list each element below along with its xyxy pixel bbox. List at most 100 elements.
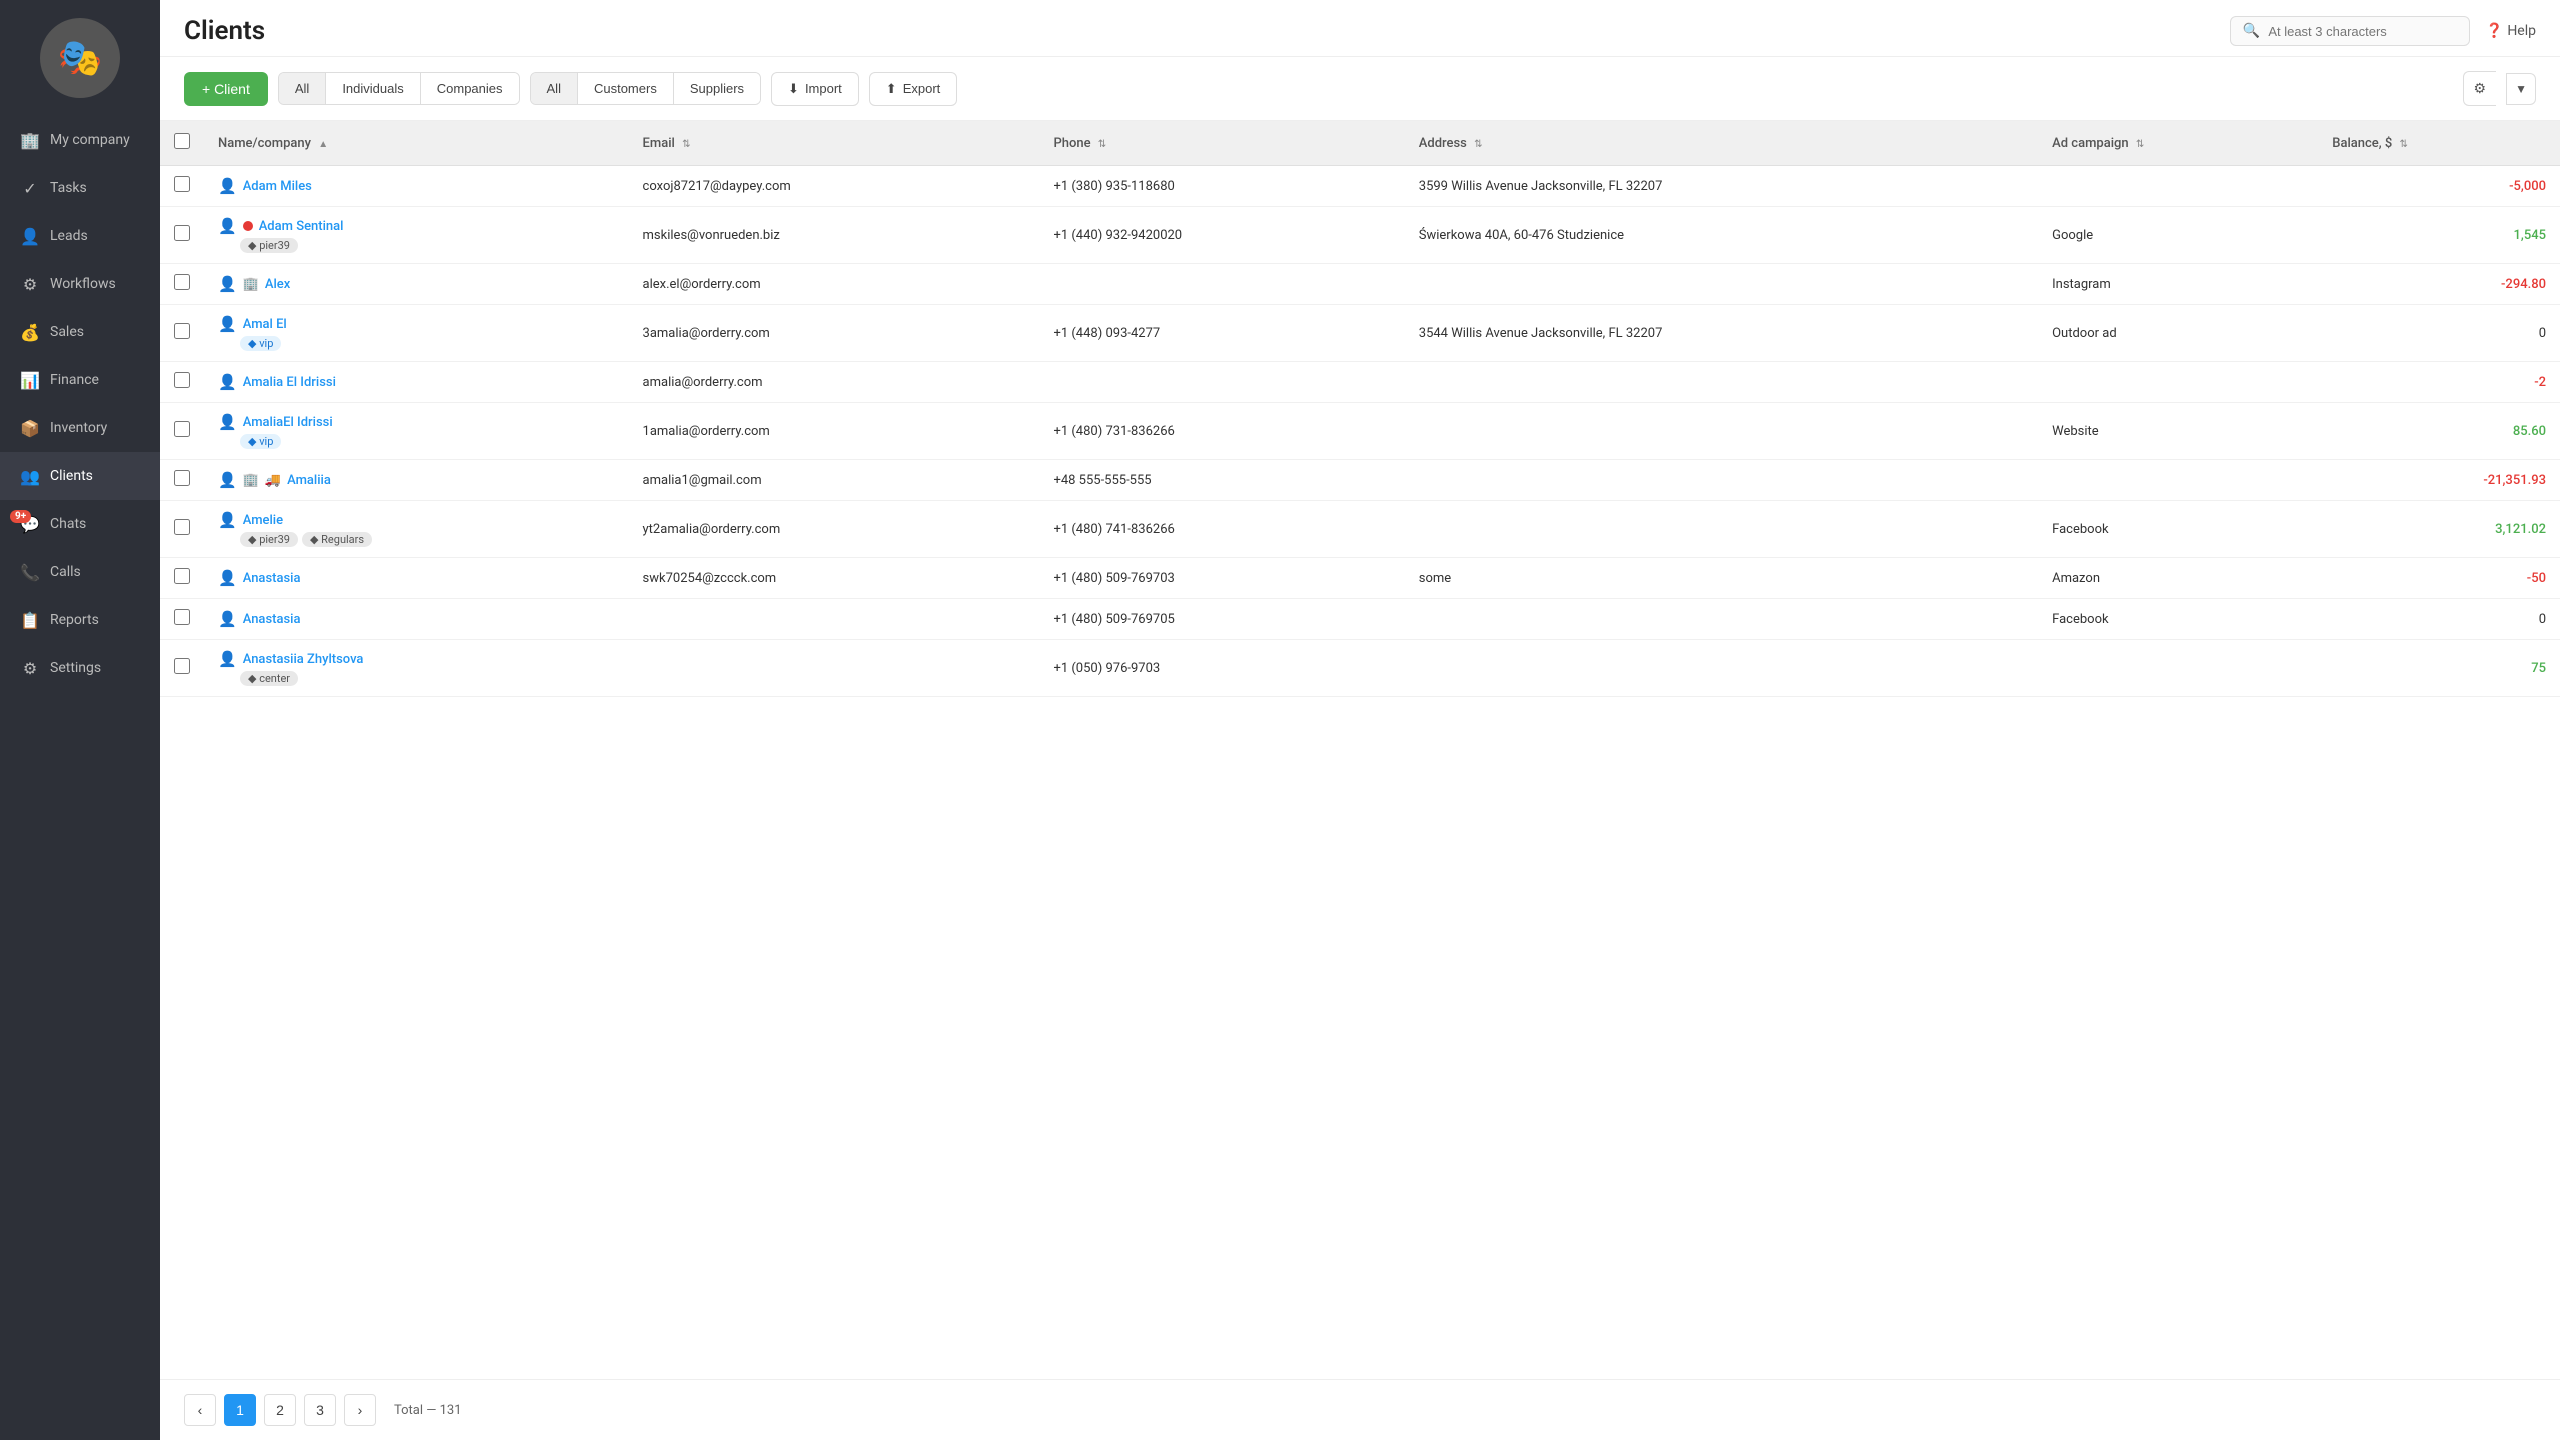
- status-dot-1: [243, 221, 253, 231]
- sidebar-item-leads[interactable]: 👤 Leads: [0, 212, 160, 260]
- sidebar-item-tasks[interactable]: ✓ Tasks: [0, 164, 160, 212]
- sidebar-item-reports[interactable]: 📋 Reports: [0, 596, 160, 644]
- address-cell-4: [1405, 362, 2038, 403]
- column-settings-chevron[interactable]: ▼: [2506, 73, 2536, 105]
- ad-campaign-cell-6: [2038, 460, 2318, 501]
- person-icon-5: 👤: [218, 413, 237, 431]
- email-cell-8: swk70254@zccck.com: [629, 558, 1040, 599]
- col-email[interactable]: Email ⇅: [629, 121, 1040, 166]
- clients-table: Name/company ▲ Email ⇅ Phone ⇅ Address ⇅…: [160, 121, 2560, 697]
- filter-individuals-btn[interactable]: Individuals: [326, 73, 420, 104]
- sidebar-item-settings[interactable]: ⚙ Settings: [0, 644, 160, 692]
- filter-companies-btn[interactable]: Companies: [421, 73, 519, 104]
- sidebar-item-workflows[interactable]: ⚙ Workflows: [0, 260, 160, 308]
- row-checkbox-5[interactable]: [174, 421, 190, 437]
- add-client-button[interactable]: + Client: [184, 72, 268, 106]
- sidebar-item-finance[interactable]: 📊 Finance: [0, 356, 160, 404]
- person-icon-0: 👤: [218, 177, 237, 195]
- truck-icon-6: 🚚: [265, 473, 281, 488]
- row-checkbox-8[interactable]: [174, 568, 190, 584]
- client-name-0[interactable]: Adam Miles: [243, 179, 312, 194]
- sidebar-item-calls[interactable]: 📞 Calls: [0, 548, 160, 596]
- search-input[interactable]: [2268, 24, 2457, 39]
- client-name-10[interactable]: Anastasiia Zhyltsova: [243, 652, 364, 667]
- row-checkbox-2[interactable]: [174, 274, 190, 290]
- filter-customers-btn[interactable]: Customers: [578, 73, 674, 104]
- page-1-button[interactable]: 1: [224, 1394, 256, 1426]
- row-checkbox-6[interactable]: [174, 470, 190, 486]
- filter-all-role-btn[interactable]: All: [531, 73, 578, 104]
- client-name-8[interactable]: Anastasia: [243, 571, 301, 586]
- filter-suppliers-btn[interactable]: Suppliers: [674, 73, 760, 104]
- sidebar-item-my-company[interactable]: 🏢 My company: [0, 116, 160, 164]
- search-box: 🔍: [2230, 16, 2470, 46]
- company-icon-2: 🏢: [243, 277, 259, 292]
- row-checkbox-0[interactable]: [174, 176, 190, 192]
- client-name-1[interactable]: Adam Sentinal: [259, 219, 344, 234]
- import-label: Import: [805, 81, 842, 96]
- ad-campaign-cell-3: Outdoor ad: [2038, 305, 2318, 362]
- email-cell-9: [629, 599, 1040, 640]
- sidebar-label-tasks: Tasks: [50, 180, 87, 196]
- tag-Regulars-7: ◆ Regulars: [302, 532, 372, 547]
- person-icon-3: 👤: [218, 315, 237, 333]
- balance-cell-3: 0: [2318, 305, 2560, 362]
- import-button[interactable]: ⬇ Import: [771, 72, 859, 106]
- client-name-4[interactable]: Amalia El Idrissi: [243, 375, 336, 390]
- my-company-icon: 🏢: [20, 130, 40, 150]
- export-button[interactable]: ⬆ Export: [869, 72, 957, 106]
- prev-page-button[interactable]: ‹: [184, 1394, 216, 1426]
- client-name-9[interactable]: Anastasia: [243, 612, 301, 627]
- sidebar-item-clients[interactable]: 👥 Clients: [0, 452, 160, 500]
- sidebar-label-sales: Sales: [50, 324, 84, 340]
- balance-cell-7: 3,121.02: [2318, 501, 2560, 558]
- address-cell-8: some: [1405, 558, 2038, 599]
- row-checkbox-1[interactable]: [174, 225, 190, 241]
- row-checkbox-7[interactable]: [174, 519, 190, 535]
- sidebar-label-inventory: Inventory: [50, 420, 107, 436]
- balance-cell-0: -5,000: [2318, 166, 2560, 207]
- page-title: Clients: [184, 16, 265, 46]
- table-row: 👤Anastasia+1 (480) 509-769705Facebook0: [160, 599, 2560, 640]
- row-checkbox-3[interactable]: [174, 323, 190, 339]
- header-right: 🔍 ❓ Help: [2230, 16, 2536, 46]
- sidebar-item-inventory[interactable]: 📦 Inventory: [0, 404, 160, 452]
- phone-cell-5: +1 (480) 731-836266: [1039, 403, 1404, 460]
- email-cell-2: alex.el@orderry.com: [629, 264, 1040, 305]
- column-settings-button[interactable]: ⚙: [2463, 71, 2497, 106]
- balance-value-7: 3,121.02: [2495, 522, 2546, 537]
- sidebar-label-reports: Reports: [50, 612, 99, 628]
- row-checkbox-4[interactable]: [174, 372, 190, 388]
- client-name-3[interactable]: Amal El: [243, 317, 287, 332]
- client-name-7[interactable]: Amelie: [243, 513, 283, 528]
- next-page-button[interactable]: ›: [344, 1394, 376, 1426]
- page-2-button[interactable]: 2: [264, 1394, 296, 1426]
- avatar: 🎭: [40, 18, 120, 98]
- col-phone[interactable]: Phone ⇅: [1039, 121, 1404, 166]
- row-checkbox-9[interactable]: [174, 609, 190, 625]
- select-all-checkbox[interactable]: [174, 133, 190, 149]
- col-address[interactable]: Address ⇅: [1405, 121, 2038, 166]
- name-row-1: 👤Adam Sentinal: [218, 217, 615, 235]
- address-cell-0: 3599 Willis Avenue Jacksonville, FL 3220…: [1405, 166, 2038, 207]
- role-filter-group: All Customers Suppliers: [530, 72, 762, 105]
- col-balance[interactable]: Balance, $ ⇅: [2318, 121, 2560, 166]
- filter-all-btn[interactable]: All: [279, 73, 326, 104]
- client-name-6[interactable]: Amaliia: [287, 473, 331, 488]
- tag-pier39-7: ◆ pier39: [240, 532, 298, 547]
- sidebar-label-my-company: My company: [50, 132, 130, 148]
- person-icon-9: 👤: [218, 610, 237, 628]
- sidebar-item-chats[interactable]: 9+💬 Chats: [0, 500, 160, 548]
- client-name-5[interactable]: AmaliaEl Idrissi: [243, 415, 333, 430]
- col-ad-campaign[interactable]: Ad campaign ⇅: [2038, 121, 2318, 166]
- sidebar-item-sales[interactable]: 💰 Sales: [0, 308, 160, 356]
- row-checkbox-10[interactable]: [174, 658, 190, 674]
- client-name-2[interactable]: Alex: [265, 277, 290, 292]
- page-3-button[interactable]: 3: [304, 1394, 336, 1426]
- sidebar: 🎭 🏢 My company✓ Tasks👤 Leads⚙ Workflows💰…: [0, 0, 160, 1440]
- help-button[interactable]: ❓ Help: [2486, 23, 2536, 39]
- ad-campaign-cell-8: Amazon: [2038, 558, 2318, 599]
- ad-campaign-cell-10: [2038, 640, 2318, 697]
- col-name[interactable]: Name/company ▲: [204, 121, 629, 166]
- export-icon: ⬆: [886, 81, 897, 97]
